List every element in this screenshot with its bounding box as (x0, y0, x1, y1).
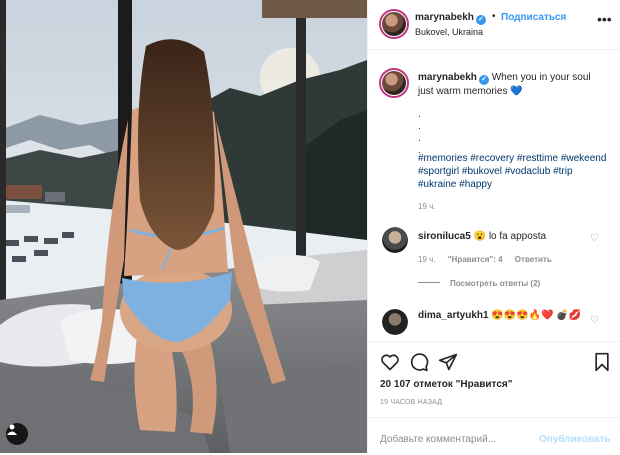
caption-dot: . (418, 121, 421, 132)
commenter-avatar[interactable] (382, 309, 408, 335)
caption-username[interactable]: marynabekh (418, 72, 477, 83)
share-icon[interactable] (438, 352, 458, 372)
likes-number: 20 107 (380, 379, 411, 390)
replies-line (418, 282, 440, 283)
comment-likes[interactable]: "Нравится": 4 (448, 255, 503, 264)
caption-dots: . . . . (418, 109, 421, 157)
comment-meta: 19 ч. "Нравится": 4 Ответить (418, 255, 562, 264)
more-options-icon[interactable]: ••• (597, 11, 612, 27)
avatar-image (382, 12, 406, 36)
caption-avatar[interactable] (379, 68, 409, 98)
post-timestamp[interactable]: 19 ЧАСОВ НАЗАД (380, 399, 442, 406)
username-text[interactable]: marynabekh (415, 12, 474, 23)
header-username[interactable]: marynabekh ✓ (415, 12, 486, 25)
person-icon (7, 424, 17, 435)
tag-icon[interactable] (6, 423, 28, 445)
comment-icon[interactable] (409, 352, 429, 372)
publish-button[interactable]: Опубликовать (539, 434, 610, 445)
view-replies-button[interactable]: Посмотреть ответы (2) (418, 279, 540, 288)
post-header: marynabekh ✓ • Подписаться Bukovel, Ukrai… (368, 0, 620, 50)
caption-dot: . (418, 109, 421, 120)
avatar-image (382, 71, 406, 95)
comment-text: sironiluca5 😮 lo fa apposta (418, 231, 546, 242)
likes-label: "Нравится" (455, 379, 513, 390)
comment-username[interactable]: sironiluca5 (418, 231, 471, 242)
like-comment-icon[interactable]: ♡ (590, 315, 599, 326)
likes-word: отметок (413, 379, 453, 390)
comments-section: marynabekh ✓ When you in your soul just w… (368, 51, 620, 341)
comment-username[interactable]: dima_artyukh1 (418, 310, 489, 321)
avatar[interactable] (379, 9, 409, 39)
separator-dot: • (492, 11, 496, 22)
comment-time: 19 ч. (418, 255, 436, 264)
heart-icon[interactable] (380, 352, 400, 372)
likes-count[interactable]: 20 107 отметок "Нравится" (380, 379, 512, 390)
action-icons (380, 352, 610, 374)
avatar-image (382, 309, 408, 335)
post-sidebar: marynabekh ✓ • Подписаться Bukovel, Ukrai… (367, 0, 620, 453)
post-photo[interactable] (0, 0, 367, 453)
instagram-post: marynabekh ✓ • Подписаться Bukovel, Ukrai… (0, 0, 620, 453)
caption-dot: . (418, 133, 421, 144)
caption: marynabekh ✓ When you in your soul just w… (418, 71, 608, 98)
caption-time: 19 ч. (418, 202, 436, 211)
reply-button[interactable]: Ответить (515, 255, 552, 264)
like-comment-icon[interactable]: ♡ (590, 233, 599, 244)
comment-body: 😮 lo fa apposta (473, 231, 547, 242)
commenter-avatar[interactable] (382, 227, 408, 253)
verified-icon: ✓ (475, 15, 486, 25)
post-actions: 20 107 отметок "Нравится" 19 ЧАСОВ НАЗАД… (368, 341, 620, 454)
avatar-image (382, 227, 408, 253)
add-comment-bar: Добавьте комментарий... Опубликовать (368, 417, 620, 455)
comment-input[interactable]: Добавьте комментарий... (380, 434, 496, 445)
hashtags[interactable]: #memories #recovery #resttime #wekeend #… (418, 152, 608, 191)
comment-text: dima_artyukh1 😍😍😍🔥❤️ 💣💋 (418, 309, 598, 323)
photo-illustration (0, 0, 367, 453)
comment-body: 😍😍😍🔥❤️ 💣💋 (491, 310, 582, 321)
bookmark-icon[interactable] (592, 352, 612, 372)
location-link[interactable]: Bukovel, Ukraina (415, 27, 483, 37)
follow-button[interactable]: Подписаться (501, 12, 566, 23)
verified-icon: ✓ (478, 75, 489, 85)
view-replies-label[interactable]: Посмотреть ответы (2) (450, 279, 540, 288)
